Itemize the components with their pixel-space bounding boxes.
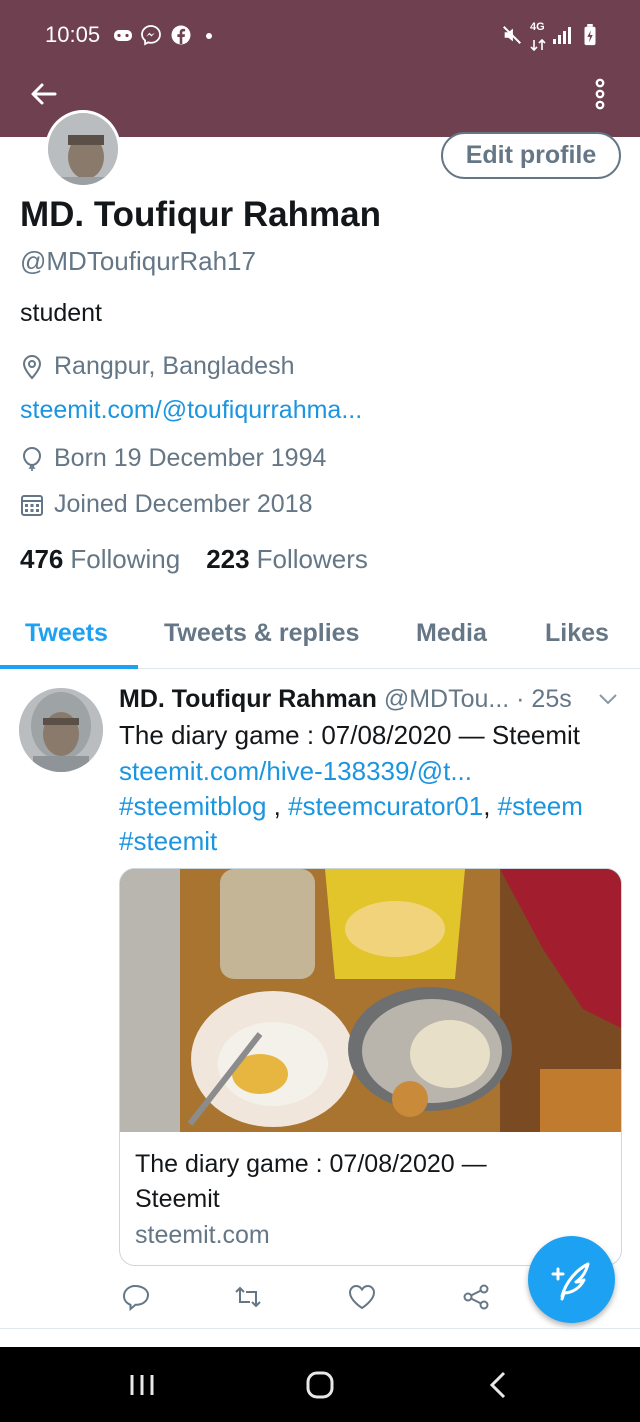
retweet-icon[interactable]: [233, 1282, 263, 1312]
tweet-hashtags: #steemitblog , #steemcurator01, #steem: [119, 791, 583, 822]
tweet-actions: [119, 1282, 519, 1312]
recent-apps-button[interactable]: [122, 1367, 162, 1403]
hashtag[interactable]: #steemcurator01: [288, 791, 483, 821]
network-type: 4G: [530, 21, 545, 33]
compose-feather-icon: [551, 1262, 590, 1301]
like-icon[interactable]: [347, 1282, 377, 1312]
link-card-image: [120, 869, 621, 1132]
back-button[interactable]: [24, 74, 64, 114]
tab-tweets-replies[interactable]: Tweets & replies: [164, 619, 359, 648]
hashtag-separator: ,: [483, 791, 498, 821]
balloon-icon: [22, 446, 42, 471]
tab-tweets[interactable]: Tweets: [25, 619, 108, 648]
following-label: Following: [70, 544, 181, 574]
facebook-icon: [171, 25, 191, 45]
following-link[interactable]: 476 Following: [20, 544, 180, 575]
profile-handle: @MDToufiqurRah17: [20, 246, 256, 276]
chevron-down-icon[interactable]: [596, 690, 620, 708]
avatar: [19, 688, 103, 772]
link-card-title: The diary game : 07/08/2020 — Steemit: [135, 1150, 487, 1213]
hashtag[interactable]: #steem: [498, 791, 583, 821]
hashtag[interactable]: #steemitblog: [119, 791, 266, 821]
hashtag[interactable]: #steemit: [119, 826, 217, 857]
tab-media[interactable]: Media: [416, 619, 487, 648]
reply-icon[interactable]: [121, 1282, 151, 1312]
tweet-handle-time: @MDTou... · 25s: [383, 685, 572, 713]
tweet-header: MD. Toufiqur Rahman @MDTou... · 25s: [119, 685, 572, 714]
messenger-icon: [141, 25, 161, 46]
followers-label: Followers: [256, 544, 368, 574]
battery-icon: [584, 24, 596, 46]
location-text: Rangpur, Bangladesh: [54, 352, 295, 380]
compose-tweet-button[interactable]: [528, 1236, 615, 1323]
profile-website-link[interactable]: steemit.com/@toufiqurrahma...: [20, 396, 362, 425]
share-icon[interactable]: [461, 1282, 491, 1312]
calendar-icon: [21, 494, 43, 516]
profile-bio: student: [20, 299, 103, 327]
game-icon: [114, 30, 132, 41]
profile-born: Born 19 December 1994: [20, 444, 326, 473]
link-card-domain: steemit.com: [135, 1221, 270, 1249]
profile-location: Rangpur, Bangladesh: [20, 352, 294, 381]
mute-icon: [503, 26, 521, 44]
link-card[interactable]: The diary game : 07/08/2020 — Steemit st…: [119, 868, 622, 1266]
system-navigation-bar: [0, 1347, 640, 1422]
joined-text: Joined December 2018: [54, 490, 313, 518]
tweet-author[interactable]: MD. Toufiqur Rahman: [119, 685, 377, 713]
profile-name: MD. Toufiqur Rahman: [20, 195, 381, 234]
edit-profile-button[interactable]: Edit profile: [441, 132, 621, 179]
tweet-text: The diary game : 07/08/2020 — Steemit: [119, 720, 581, 750]
back-nav-button[interactable]: [480, 1367, 520, 1403]
avatar: [48, 113, 118, 185]
signal-icon: [553, 27, 571, 44]
tweet-avatar[interactable]: [19, 688, 103, 772]
tweet-divider: [0, 1328, 640, 1329]
followers-count: 223: [206, 544, 250, 574]
follow-stats: 476 Following 223 Followers: [20, 544, 394, 575]
dot-icon: [206, 33, 212, 39]
home-button[interactable]: [300, 1367, 340, 1403]
hashtag-separator: ,: [266, 791, 289, 821]
profile-avatar[interactable]: [45, 110, 121, 188]
status-time: 10:05: [45, 22, 101, 47]
tab-likes[interactable]: Likes: [545, 619, 609, 648]
following-count: 476: [20, 544, 64, 574]
profile-tabs: Tweets Tweets & replies Media Likes: [0, 605, 640, 669]
more-options-button[interactable]: [580, 74, 620, 114]
active-tab-indicator: [0, 665, 138, 669]
tweet-link[interactable]: steemit.com/hive-138339/@t...: [119, 756, 472, 787]
profile-joined: Joined December 2018: [20, 490, 313, 519]
born-text: Born 19 December 1994: [54, 444, 327, 472]
followers-link[interactable]: 223 Followers: [206, 544, 368, 575]
location-pin-icon: [22, 354, 42, 379]
data-arrows-icon: [530, 38, 546, 52]
status-bar: 10:05 4G: [0, 0, 640, 70]
